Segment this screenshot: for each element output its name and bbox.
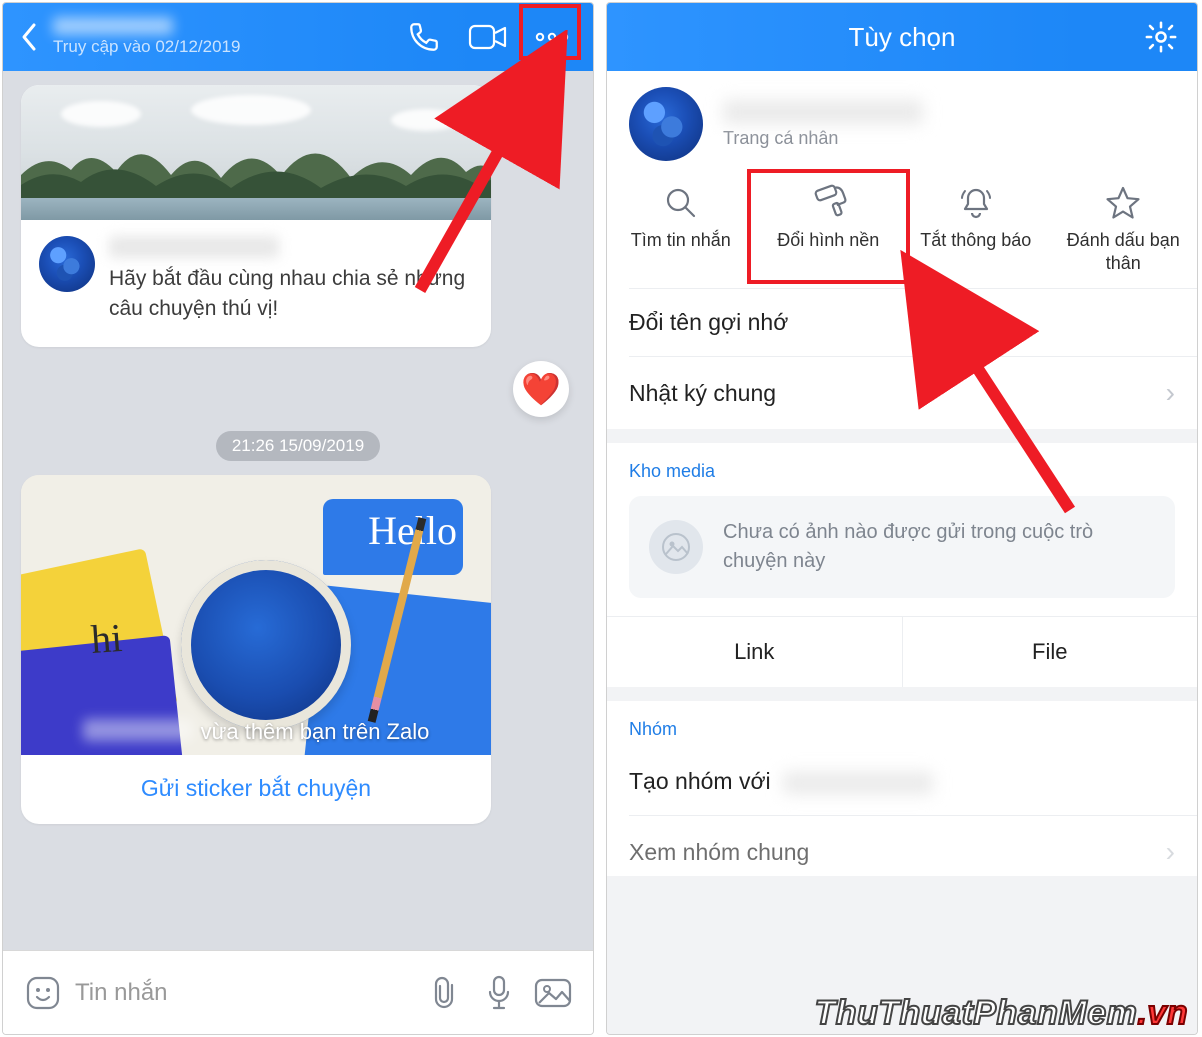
heart-icon: ❤️ — [521, 370, 561, 408]
profile-subtitle: Trang cá nhân — [723, 128, 923, 149]
shared-diary-row[interactable]: Nhật ký chung › — [607, 357, 1197, 429]
row-label: Đổi tên gợi nhớ — [629, 309, 788, 336]
chevron-left-icon — [20, 22, 40, 52]
attach-button[interactable] — [423, 971, 467, 1015]
quick-action-label: Tìm tin nhắn — [631, 229, 731, 252]
timestamp-divider: 21:26 15/09/2019 — [216, 431, 380, 461]
quick-action-label: Đánh dấu bạn thân — [1054, 229, 1194, 274]
quick-search-messages[interactable]: Tìm tin nhắn — [607, 177, 755, 278]
chevron-right-icon: › — [1166, 836, 1175, 868]
options-screen: Tùy chọn Trang cá nhân Tìm tin nhắn — [606, 2, 1198, 1035]
more-options-button[interactable] — [525, 14, 579, 60]
bell-icon — [958, 184, 994, 222]
row-label: Nhật ký chung — [629, 380, 776, 407]
contact-name-redacted — [83, 719, 193, 741]
contact-name-redacted — [723, 100, 923, 124]
hi-graphic-text: hi — [89, 614, 123, 663]
contact-avatar[interactable] — [629, 87, 703, 161]
contact-avatar[interactable] — [39, 236, 95, 292]
chevron-right-icon: › — [1166, 377, 1175, 409]
intro-card[interactable]: Hãy bắt đầu cùng nhau chia sẻ những câu … — [21, 85, 491, 347]
settings-button[interactable] — [1139, 15, 1183, 59]
quick-mark-close-friend[interactable]: Đánh dấu bạn thân — [1050, 177, 1198, 278]
chat-header: Truy cập vào 02/12/2019 — [3, 3, 593, 71]
group-section-label: Nhóm — [607, 701, 1197, 748]
paperclip-icon — [430, 975, 460, 1011]
quick-action-label: Đổi hình nền — [777, 229, 879, 252]
rename-contact-row[interactable]: Đổi tên gợi nhớ — [607, 289, 1197, 356]
image-icon — [533, 977, 573, 1009]
media-section-label: Kho media — [607, 443, 1197, 490]
friend-added-caption: vừa thêm bạn trên Zalo — [201, 719, 430, 745]
image-picker-button[interactable] — [531, 971, 575, 1015]
file-tab[interactable]: File — [903, 617, 1198, 687]
quick-mute-notifications[interactable]: Tắt thông báo — [902, 177, 1050, 278]
friend-added-cover: Hello hi vừa thêm bạn trên Zalo — [21, 475, 491, 755]
sticker-picker-button[interactable] — [21, 971, 65, 1015]
sticker-icon — [25, 975, 61, 1011]
row-label: Xem nhóm chung — [629, 839, 809, 866]
watermark: ThuThuatPhanMem.vn — [814, 994, 1188, 1033]
friend-added-card[interactable]: Hello hi vừa thêm bạn trên Zalo Gửi stic… — [21, 475, 491, 824]
message-composer: Tin nhắn — [3, 950, 593, 1034]
phone-icon — [407, 20, 441, 54]
last-seen: Truy cập vào 02/12/2019 — [53, 37, 397, 57]
video-icon — [468, 23, 508, 51]
quick-action-label: Tắt thông báo — [920, 229, 1031, 252]
voice-call-button[interactable] — [397, 14, 451, 60]
voice-message-button[interactable] — [477, 971, 521, 1015]
paint-roller-icon — [808, 183, 848, 223]
chat-body[interactable]: Hãy bắt đầu cùng nhau chia sẻ những câu … — [3, 71, 593, 950]
video-call-button[interactable] — [461, 14, 515, 60]
row-label: Tạo nhóm với — [629, 768, 771, 794]
view-shared-groups-row[interactable]: Xem nhóm chung › — [607, 816, 1197, 876]
media-empty-state: Chưa có ảnh nào được gửi trong cuộc trò … — [629, 496, 1175, 598]
microphone-icon — [485, 974, 513, 1012]
options-header: Tùy chọn — [607, 3, 1197, 71]
back-button[interactable] — [11, 18, 49, 56]
chat-screen: Truy cập vào 02/12/2019 — [2, 2, 594, 1035]
options-title: Tùy chọn — [849, 22, 956, 53]
gear-icon — [1144, 20, 1178, 54]
search-icon — [663, 185, 699, 221]
intro-card-cover — [21, 85, 491, 220]
options-body[interactable]: Trang cá nhân Tìm tin nhắn Đổi hình nền — [607, 71, 1197, 1034]
create-group-row[interactable]: Tạo nhóm với — [607, 748, 1197, 815]
quick-actions: Tìm tin nhắn Đổi hình nền Tắt thông báo … — [607, 171, 1197, 288]
message-input[interactable]: Tin nhắn — [75, 979, 413, 1007]
profile-row[interactable]: Trang cá nhân — [607, 71, 1197, 171]
link-tab[interactable]: Link — [607, 617, 903, 687]
contact-name-redacted — [783, 772, 933, 794]
star-icon — [1104, 185, 1142, 221]
intro-card-text: Hãy bắt đầu cùng nhau chia sẻ những câu … — [109, 264, 473, 325]
media-empty-text: Chưa có ảnh nào được gửi trong cuộc trò … — [723, 518, 1155, 576]
contact-name-redacted — [53, 17, 173, 35]
quick-change-background[interactable]: Đổi hình nền — [755, 177, 903, 278]
contact-name-redacted — [109, 236, 279, 258]
heart-reaction[interactable]: ❤️ — [513, 361, 569, 417]
photo-placeholder-icon — [649, 520, 703, 574]
more-horizontal-icon — [532, 31, 572, 43]
send-sticker-button[interactable]: Gửi sticker bắt chuyện — [21, 755, 491, 824]
